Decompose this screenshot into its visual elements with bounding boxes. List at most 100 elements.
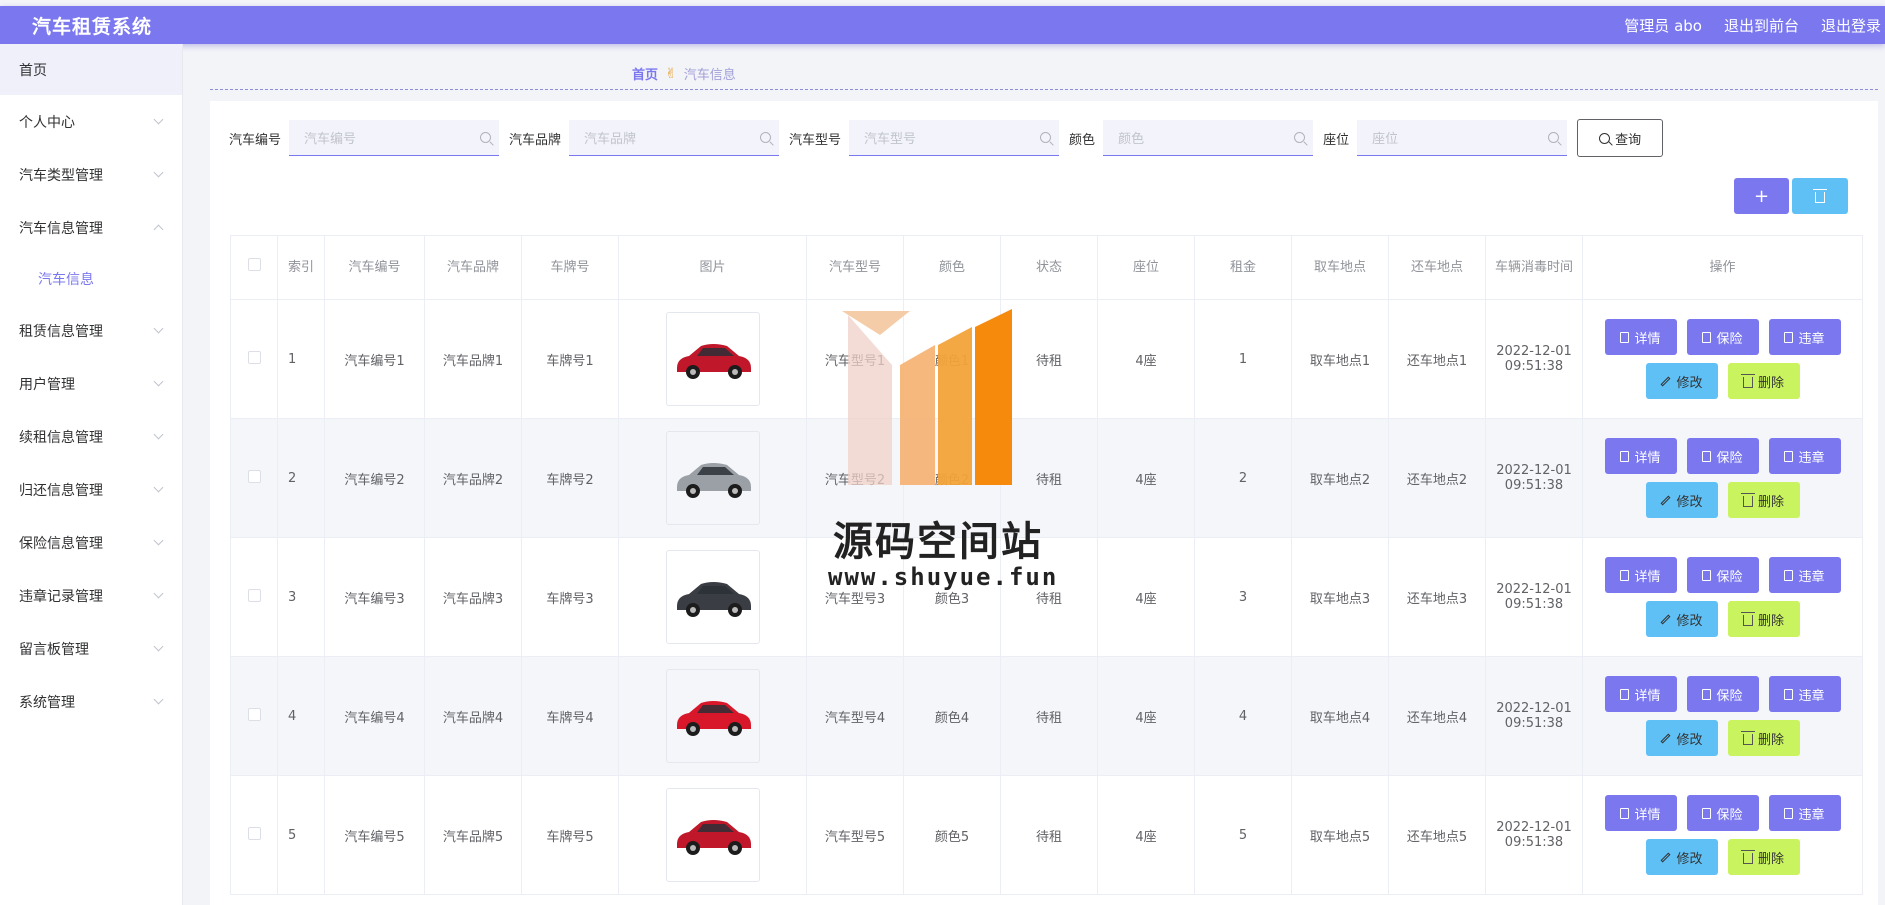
sidebar-item-system[interactable]: 系统管理 [0, 675, 182, 728]
violation-button[interactable]: 违章 [1768, 557, 1841, 593]
action-row: 修改 删除 [1645, 839, 1800, 875]
color-input[interactable]: 颜色 [1103, 120, 1314, 156]
cell-code: 汽车编号5 [324, 775, 425, 895]
sidebar-subitem-car-info[interactable]: 汽车信息 [0, 254, 182, 304]
car-model-input[interactable]: 汽车型号 [849, 120, 1060, 156]
row-checkbox[interactable] [247, 469, 261, 483]
sidebar-item-return[interactable]: 归还信息管理 [0, 463, 182, 516]
violation-button[interactable]: 违章 [1768, 676, 1841, 712]
car-image[interactable] [665, 431, 760, 525]
logout-link[interactable]: 退出登录 [1821, 15, 1881, 36]
sidebar-item-rental[interactable]: 租赁信息管理 [0, 304, 182, 357]
seats-input[interactable]: 座位 [1357, 120, 1568, 156]
document-icon [1702, 331, 1712, 343]
document-icon [1620, 450, 1630, 462]
sidebar-item-insurance[interactable]: 保险信息管理 [0, 516, 182, 569]
search-label-brand: 汽车品牌 [509, 132, 562, 148]
column-header: 状态 [1000, 235, 1098, 300]
column-header: 租金 [1194, 235, 1292, 300]
query-button[interactable]: 查询 [1577, 119, 1664, 157]
chevron-down-icon [153, 641, 164, 652]
row-checkbox[interactable] [247, 588, 261, 602]
insurance-button[interactable]: 保险 [1686, 795, 1759, 831]
action-row: 详情 保险 违章 [1604, 557, 1841, 593]
cell-return: 还车地点5 [1388, 775, 1486, 895]
sidebar-item-renewal[interactable]: 续租信息管理 [0, 410, 182, 463]
exit-to-front-link[interactable]: 退出到前台 [1724, 15, 1799, 36]
cell-rent: 3 [1194, 537, 1292, 657]
sidebar-item-label: 用户管理 [19, 376, 75, 393]
action-row: 修改 删除 [1645, 363, 1800, 399]
delete-button[interactable]: 删除 [1727, 839, 1800, 875]
detail-button[interactable]: 详情 [1604, 795, 1677, 831]
sidebar-item-car-info[interactable]: 汽车信息管理 [0, 201, 182, 254]
delete-button[interactable]: 删除 [1727, 720, 1800, 756]
row-checkbox[interactable] [247, 826, 261, 840]
edit-button[interactable]: 修改 [1645, 839, 1718, 875]
insurance-label: 保险 [1716, 688, 1743, 704]
add-button[interactable]: + [1734, 178, 1789, 214]
car-image[interactable] [665, 669, 760, 763]
detail-button[interactable]: 详情 [1604, 438, 1677, 474]
action-row: 详情 保险 违章 [1604, 438, 1841, 474]
delete-button[interactable]: 删除 [1727, 601, 1800, 637]
delete-button[interactable]: 删除 [1727, 363, 1800, 399]
chevron-down-icon [153, 167, 164, 178]
row-select-cell[interactable] [230, 537, 278, 657]
violation-label: 违章 [1798, 450, 1825, 466]
edit-button[interactable]: 修改 [1645, 363, 1718, 399]
insurance-button[interactable]: 保险 [1686, 557, 1759, 593]
cell-code: 汽车编号1 [324, 299, 425, 419]
disinfect-time: 09:51:38 [1504, 597, 1564, 612]
sidebar-item-label: 续租信息管理 [19, 429, 103, 446]
car-image[interactable] [665, 312, 760, 406]
document-icon [1784, 569, 1794, 581]
edit-button[interactable]: 修改 [1645, 720, 1718, 756]
detail-button[interactable]: 详情 [1604, 676, 1677, 712]
table-row: 5 汽车编号5 汽车品牌5 车牌号5 汽车型号5 颜色5 待租 4座 5 取车地… [230, 775, 1863, 895]
cell-actions: 详情 保险 违章 修改 删除 [1582, 537, 1863, 657]
car-image[interactable] [665, 788, 760, 882]
insurance-button[interactable]: 保险 [1686, 676, 1759, 712]
row-select-cell[interactable] [230, 418, 278, 538]
row-select-cell[interactable] [230, 775, 278, 895]
row-select-cell[interactable] [230, 656, 278, 776]
cell-brand: 汽车品牌2 [424, 418, 522, 538]
violation-button[interactable]: 违章 [1768, 438, 1841, 474]
insurance-button[interactable]: 保险 [1686, 319, 1759, 355]
delete-button[interactable]: 删除 [1727, 482, 1800, 518]
edit-button[interactable]: 修改 [1645, 482, 1718, 518]
sidebar-item-violation[interactable]: 违章记录管理 [0, 569, 182, 622]
action-row: 修改 删除 [1645, 482, 1800, 518]
detail-button[interactable]: 详情 [1604, 319, 1677, 355]
edit-button[interactable]: 修改 [1645, 601, 1718, 637]
detail-button[interactable]: 详情 [1604, 557, 1677, 593]
insurance-button[interactable]: 保险 [1686, 438, 1759, 474]
breadcrumb-home[interactable]: 首页 [632, 64, 658, 83]
table-header-row: 索引 汽车编号 汽车品牌 车牌号 图片 汽车型号 颜色 状态 座位 租金 取车地… [230, 235, 1863, 300]
car-image-graphic [676, 820, 751, 855]
document-icon [1620, 807, 1630, 819]
cell-plate: 车牌号3 [521, 537, 619, 657]
sidebar-item-users[interactable]: 用户管理 [0, 357, 182, 410]
sidebar-item-message-board[interactable]: 留言板管理 [0, 622, 182, 675]
row-checkbox[interactable] [247, 350, 261, 364]
violation-button[interactable]: 违章 [1768, 319, 1841, 355]
car-image[interactable] [665, 550, 760, 644]
sidebar-item-personal-center[interactable]: 个人中心 [0, 95, 182, 148]
sidebar-item-car-type[interactable]: 汽车类型管理 [0, 148, 182, 201]
car-code-input[interactable]: 汽车编号 [289, 120, 500, 156]
edit-icon [1661, 376, 1671, 386]
select-all-checkbox[interactable] [247, 257, 261, 271]
batch-delete-button[interactable] [1792, 178, 1848, 214]
sidebar-item-label: 汽车信息管理 [19, 220, 103, 237]
row-select-cell[interactable] [230, 299, 278, 419]
sidebar-item-home[interactable]: 首页 [0, 44, 182, 95]
select-all-cell[interactable] [230, 235, 278, 300]
row-checkbox[interactable] [247, 707, 261, 721]
document-icon [1620, 569, 1630, 581]
search-icon [1040, 132, 1052, 143]
violation-button[interactable]: 违章 [1768, 795, 1841, 831]
cell-return: 还车地点1 [1388, 299, 1486, 419]
car-brand-input[interactable]: 汽车品牌 [569, 120, 780, 156]
